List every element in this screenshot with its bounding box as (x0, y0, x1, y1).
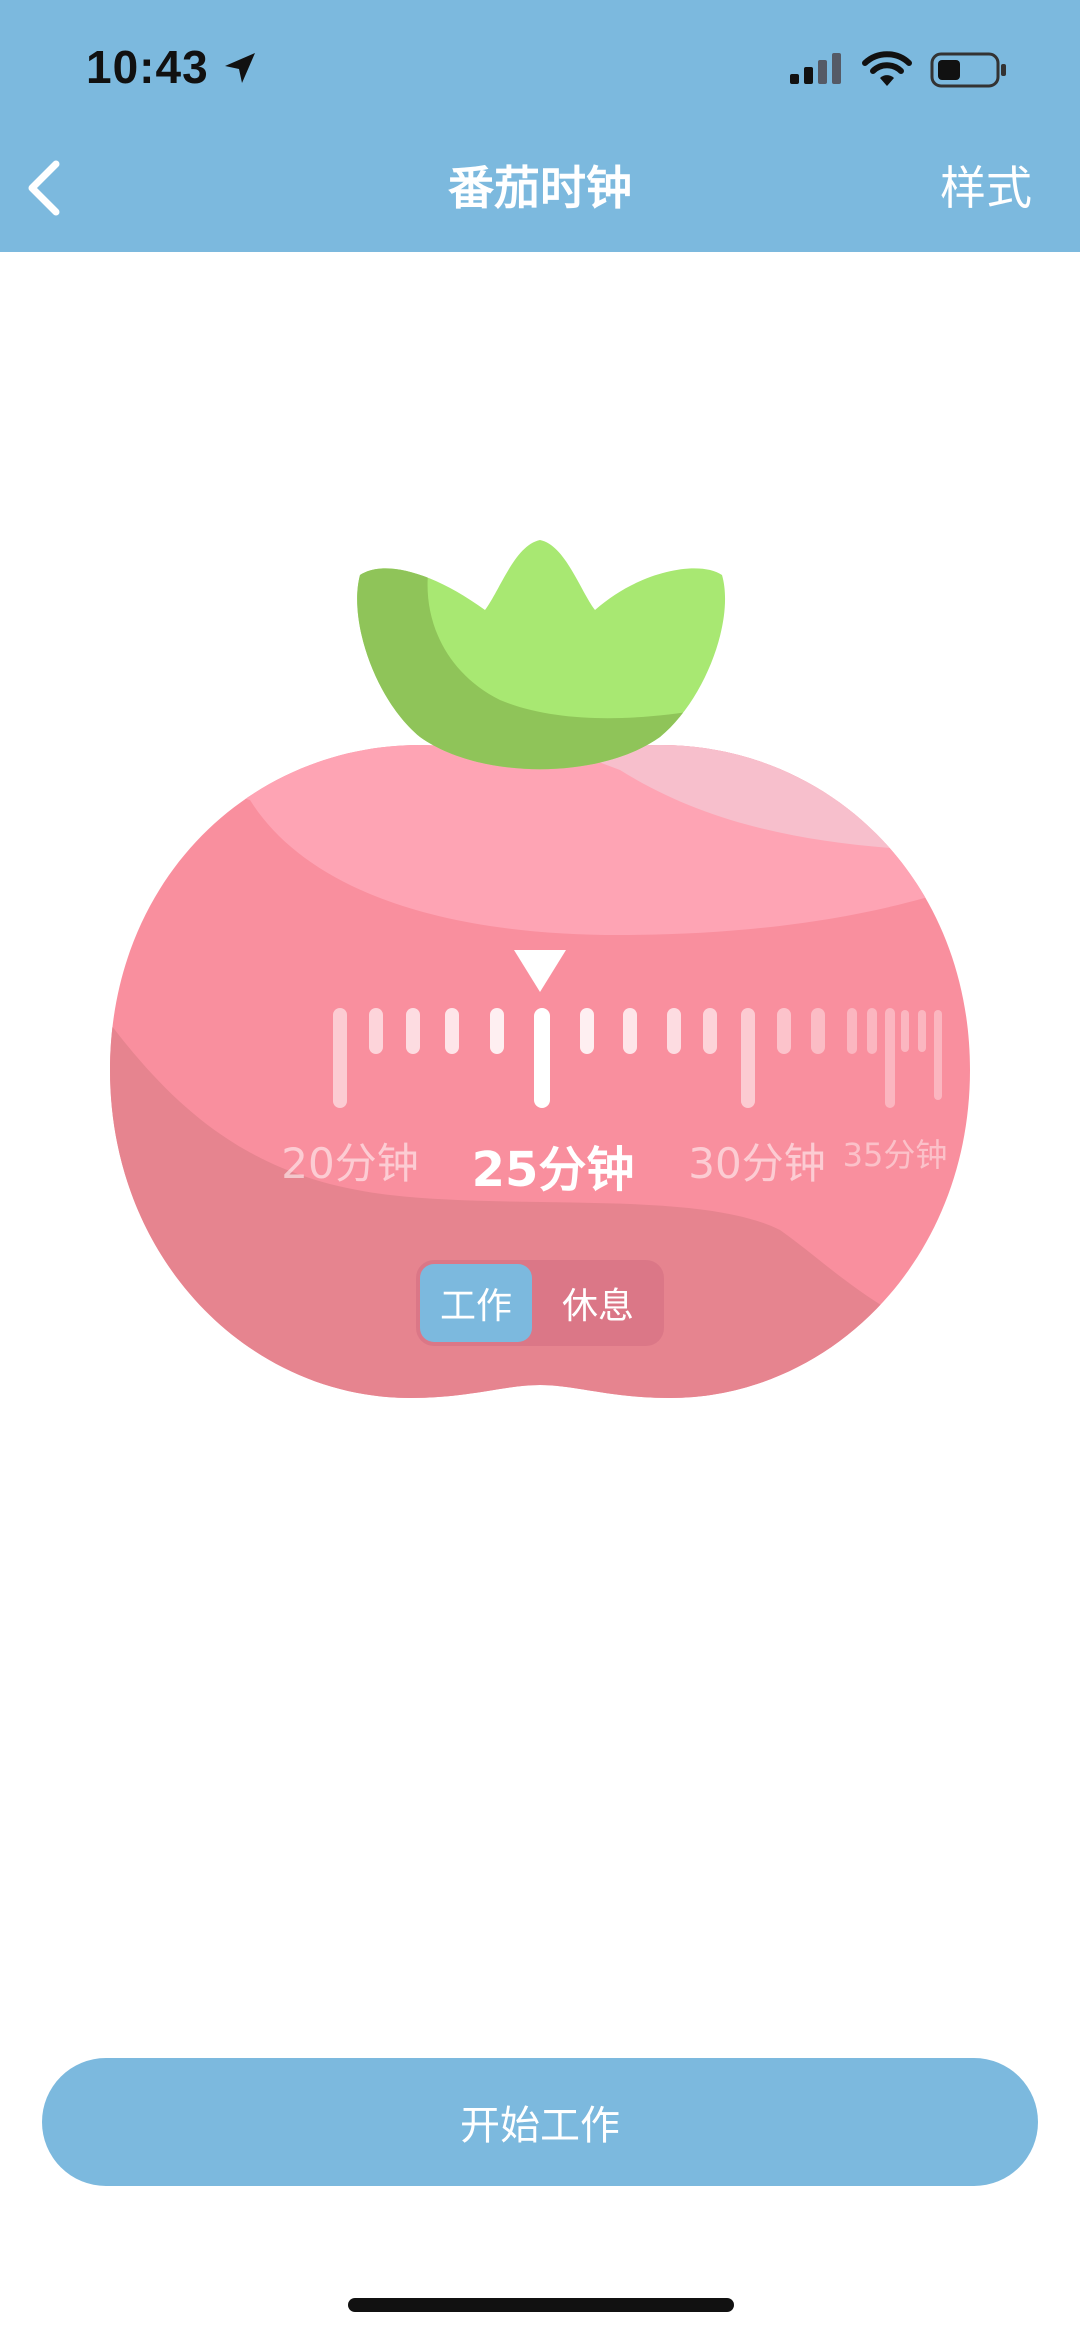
minute-label-20: 20分钟 (281, 1139, 419, 1188)
scale-tick (867, 1008, 877, 1054)
scale-tick (406, 1008, 420, 1054)
wifi-icon (862, 51, 912, 86)
scale-tick (369, 1008, 383, 1054)
home-indicator (348, 2298, 734, 2312)
scale-tick (934, 1010, 942, 1100)
scale-tick (333, 1008, 347, 1108)
scale-tick (777, 1008, 791, 1054)
work-mode-tab[interactable]: 工作 (420, 1264, 532, 1342)
style-button[interactable]: 样式 (940, 158, 1032, 218)
scale-tick (623, 1008, 637, 1054)
start-work-button[interactable]: 开始工作 (42, 2058, 1038, 2186)
cellular-signal-icon (790, 53, 841, 84)
scale-tick (534, 1008, 550, 1108)
scale-tick (741, 1008, 755, 1108)
minute-label-30: 30分钟 (688, 1139, 826, 1188)
page-title: 番茄时钟 (448, 161, 632, 215)
scale-tick (811, 1008, 825, 1054)
scale-tick (445, 1008, 459, 1054)
rest-mode-tab[interactable]: 休息 (536, 1264, 660, 1342)
minute-label-25: 25分钟 (471, 1142, 635, 1198)
scale-tick (847, 1008, 857, 1054)
navigation-bar: 10:43 番茄时钟 样式 (0, 0, 1080, 252)
battery-icon (930, 52, 1006, 88)
scale-tick (490, 1008, 504, 1054)
minute-label-35: 35分钟 (842, 1136, 948, 1174)
scale-tick (918, 1010, 926, 1052)
scale-tick (667, 1008, 681, 1054)
scale-tick (901, 1010, 909, 1052)
mode-toggle[interactable]: 工作 休息 (416, 1260, 664, 1346)
scale-tick (885, 1008, 895, 1108)
location-arrow-icon (225, 53, 255, 83)
status-time: 10:43 (86, 41, 209, 93)
scale-tick (580, 1008, 594, 1054)
scale-tick (703, 1008, 717, 1054)
